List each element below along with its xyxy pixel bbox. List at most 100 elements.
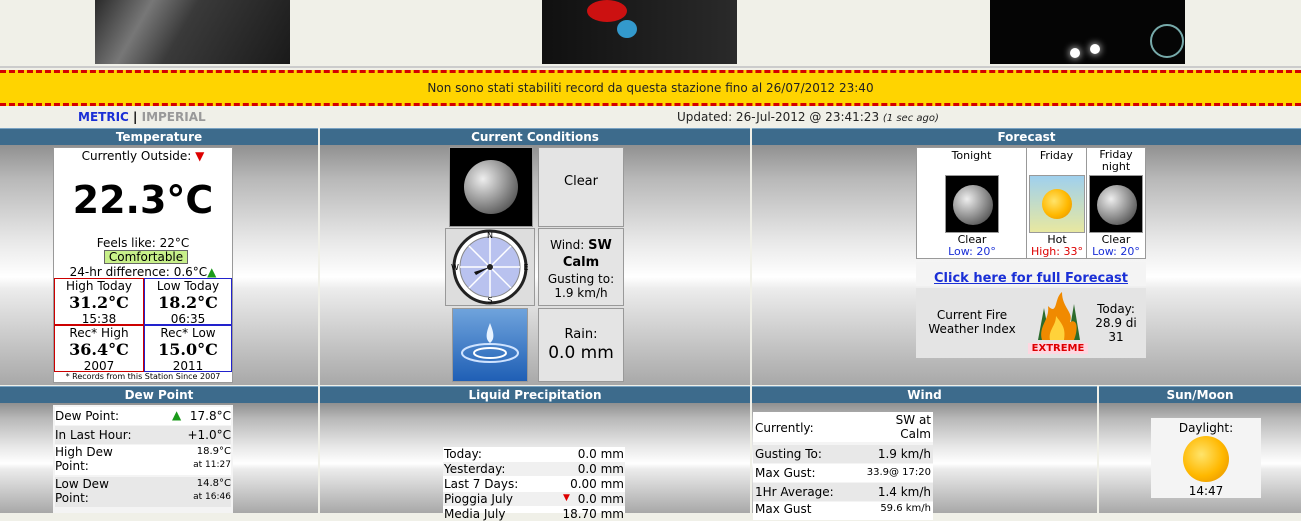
gust-label: Gusting to: xyxy=(547,272,615,286)
rain-label: Rain: xyxy=(564,327,598,342)
webcam-image[interactable] xyxy=(990,0,1185,64)
record-low-label: Rec* Low xyxy=(160,326,216,340)
moon-icon xyxy=(1097,185,1137,225)
comfort-badge: Comfortable xyxy=(104,250,188,264)
dew-label: Low Dew Point: xyxy=(55,477,109,505)
dew-time: at 11:27 xyxy=(193,460,231,470)
full-forecast-link[interactable]: Click here for full Forecast xyxy=(934,271,1128,286)
24hr-difference-value: 0.6°C xyxy=(173,265,208,279)
forecast-period-friday[interactable]: Friday Hot High: 33° xyxy=(1027,148,1087,258)
webcam-gauge-icon xyxy=(1150,24,1184,58)
high-today-value: 31.2°C xyxy=(69,293,129,312)
current-temperature: 22.3°C xyxy=(72,178,214,222)
low-today-time: 06:35 xyxy=(170,312,206,326)
high-today-cell: High Today 31.2°C 15:38 xyxy=(54,278,144,326)
wind-value: 1.4 km/h xyxy=(877,485,931,499)
wind-row: Currently: SW at Calm xyxy=(753,412,933,442)
precip-value: 0.0 mm xyxy=(577,462,624,476)
currently-outside-label: Currently Outside: xyxy=(81,149,192,163)
wind-cell: Wind: SW Calm Gusting to: 1.9 km/h xyxy=(538,228,624,306)
arrow-up-icon: ▲ xyxy=(207,265,217,279)
sky-condition-cell: Clear xyxy=(538,147,624,227)
wind-label: 1Hr Average: xyxy=(755,485,834,499)
precip-label: Pioggia July xyxy=(444,492,513,506)
compass-east-label: E xyxy=(523,263,528,272)
wind-row: Wind: SW xyxy=(539,238,623,253)
night-clear-icon xyxy=(1089,175,1143,233)
dew-label: In Last Hour: xyxy=(55,428,132,442)
metric-link[interactable]: METRIC xyxy=(78,110,129,124)
high-today-time: 15:38 xyxy=(81,312,117,326)
records-footnote: * Records from this Station Since 2007 xyxy=(65,372,221,381)
fire-index-today: Today: 28.9 di 31 xyxy=(1095,302,1137,344)
wind-row: Max Gust 59.6 km/h xyxy=(753,502,933,520)
current-conditions-header: Current Conditions xyxy=(320,128,750,145)
forecast-temp: Low: 20° xyxy=(1092,245,1140,258)
wind-value: 1.9 km/h xyxy=(877,447,931,461)
full-forecast-row: Click here for full Forecast xyxy=(916,262,1146,286)
precip-value: 0.0 mm xyxy=(577,447,624,461)
flame-icon xyxy=(1038,292,1080,340)
compass-north-label: N xyxy=(487,231,493,240)
liquid-precipitation-header: Liquid Precipitation xyxy=(320,386,750,403)
forecast-period-tonight[interactable]: Tonight Clear Low: 20° xyxy=(917,148,1027,258)
wind-label: Max Gust xyxy=(755,502,812,516)
updated-ago: (1 sec ago) xyxy=(882,113,939,124)
precip-row: Today: 0.0 mm xyxy=(443,447,625,461)
wind-label: Max Gust: xyxy=(755,466,816,480)
moon-icon xyxy=(464,160,518,214)
sun-icon xyxy=(1183,436,1229,482)
forecast-period-friday-night[interactable]: Friday night Clear Low: 20° xyxy=(1087,148,1145,258)
wind-value: SW at Calm xyxy=(895,413,931,441)
wind-row: Gusting To: 1.9 km/h xyxy=(753,445,933,463)
compass-south-label: S xyxy=(487,296,492,305)
forecast-header: Forecast xyxy=(752,128,1301,145)
dew-value: +1.0°C xyxy=(187,428,231,442)
night-sky-image xyxy=(449,147,533,227)
record-high-year: 2007 xyxy=(83,359,115,373)
precip-label: Today: xyxy=(444,447,482,461)
arrow-down-icon: ▼ xyxy=(195,149,205,163)
precip-row: Yesterday: 0.0 mm xyxy=(443,462,625,476)
feels-like: Feels like: 22°C xyxy=(96,236,190,250)
light-spot xyxy=(1070,48,1080,58)
precip-row: Media July 18.70 mm xyxy=(443,507,625,521)
sun-icon xyxy=(1042,189,1072,219)
wind-row: 1Hr Average: 1.4 km/h xyxy=(753,483,933,501)
sunny-icon xyxy=(1029,175,1085,233)
units-separator: | xyxy=(133,110,138,124)
dew-row: Low Dew Point: 14.8°C at 16:46 xyxy=(55,477,231,507)
daylight-box: Daylight: 14:47 xyxy=(1151,418,1261,498)
wind-label: Wind: xyxy=(550,238,585,252)
rain-cell: Rain: 0.0 mm xyxy=(538,308,624,382)
wind-header: Wind xyxy=(752,386,1097,403)
divider xyxy=(0,66,1301,68)
record-low-cell: Rec* Low 15.0°C 2011 xyxy=(144,325,232,373)
precip-row: Last 7 Days: 0.00 mm xyxy=(443,477,625,491)
conditions-panel xyxy=(320,145,750,385)
imperial-link[interactable]: IMPERIAL xyxy=(142,110,206,124)
dew-label: High Dew Point: xyxy=(55,445,113,473)
dew-row: Dew Point: ▲ 17.8°C xyxy=(55,407,231,425)
dew-value: 17.8°C xyxy=(189,409,231,423)
fire-icon: EXTREME xyxy=(1028,290,1088,356)
arrow-down-icon: ▼ xyxy=(563,493,570,503)
low-today-label: Low Today xyxy=(156,279,220,293)
record-low-year: 2011 xyxy=(172,359,204,373)
wind-compass: N E S W xyxy=(445,228,535,306)
forecast-temp: High: 33° xyxy=(1031,245,1083,258)
forecast-period-name: Tonight xyxy=(951,149,992,162)
low-today-value: 18.2°C xyxy=(158,293,218,312)
sun-moon-header: Sun/Moon xyxy=(1099,386,1301,403)
satellite-image-storm[interactable] xyxy=(542,0,737,64)
fire-index-row: Current Fire Weather Index EXTREME Today… xyxy=(916,288,1146,358)
sky-condition: Clear xyxy=(564,174,598,189)
updated-timestamp: Updated: 26-Jul-2012 @ 23:41:23 (1 sec a… xyxy=(677,110,939,124)
storm-cell-red xyxy=(587,0,627,22)
forecast-table: Tonight Clear Low: 20° Friday Hot High: … xyxy=(916,147,1146,259)
satellite-image-visible[interactable] xyxy=(95,0,290,64)
light-spot xyxy=(1090,44,1100,54)
precip-value: 0.00 mm xyxy=(570,477,624,491)
daylight-value: 14:47 xyxy=(1188,484,1224,498)
temperature-header: Temperature xyxy=(0,128,318,145)
